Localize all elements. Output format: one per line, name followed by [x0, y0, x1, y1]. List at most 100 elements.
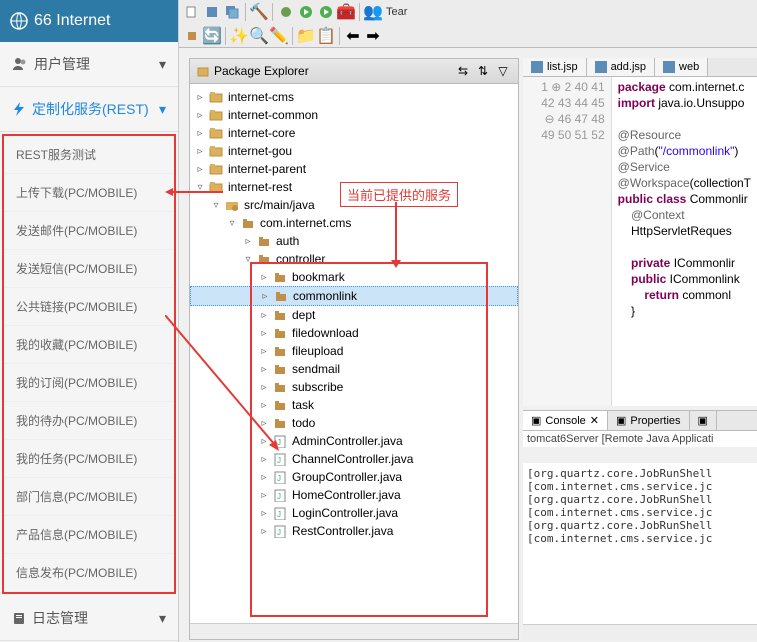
forward-icon[interactable]: ➡: [364, 27, 382, 45]
tab-label: web: [679, 61, 699, 73]
save-icon[interactable]: [203, 3, 221, 21]
sidebar-item-9[interactable]: 部门信息(PC/MOBILE): [4, 478, 174, 516]
folder-icon: [208, 89, 224, 105]
nav-user-mgmt[interactable]: 用户管理 ▾: [0, 42, 178, 87]
jsp-icon: [663, 61, 675, 73]
back-icon[interactable]: ⬅: [344, 27, 362, 45]
collapse-all-icon[interactable]: ⇆: [454, 62, 472, 80]
sidebar-item-1[interactable]: 上传下载(PC/MOBILE): [4, 174, 174, 212]
sidebar-item-7[interactable]: 我的待办(PC/MOBILE): [4, 402, 174, 440]
nav-custom-svc[interactable]: 定制化服务(REST) ▾: [0, 87, 178, 132]
console-tab-extra[interactable]: ▣: [690, 411, 717, 430]
run-ext-icon[interactable]: [317, 3, 335, 21]
project-tree[interactable]: 当前已提供的服务 ▹internet-cms▹internet-common▹i…: [190, 84, 518, 623]
sidebar-item-0[interactable]: REST服务测试: [4, 136, 174, 174]
editor-area: list.jsp add.jsp web 1 ⊕ 2 40 41 42 43 44 …: [523, 58, 757, 640]
tree-label: internet-common: [228, 108, 318, 122]
tree-node[interactable]: ▹ internet-common: [190, 106, 518, 124]
tree-node[interactable]: ▿com.internet.cms: [190, 214, 518, 232]
editor-body[interactable]: 1 ⊕ 2 40 41 42 43 44 45 ⊖ 46 47 48 49 50…: [523, 77, 757, 406]
tab-label: Properties: [630, 415, 680, 427]
folder-icon: [208, 143, 224, 159]
ext-tools-icon[interactable]: 🧰: [337, 3, 355, 21]
editor-tab[interactable]: web: [655, 58, 708, 76]
twisty-icon[interactable]: ▹: [194, 91, 206, 103]
new-icon[interactable]: [183, 3, 201, 21]
sidebar-item-8[interactable]: 我的任务(PC/MOBILE): [4, 440, 174, 478]
sidebar-item-4[interactable]: 公共链接(PC/MOBILE): [4, 288, 174, 326]
sidebar-item-10[interactable]: 产品信息(PC/MOBILE): [4, 516, 174, 554]
annotation-label: 当前已提供的服务: [340, 182, 458, 207]
scrollbar-horizontal[interactable]: [190, 623, 518, 639]
lightning-icon: [12, 102, 26, 116]
book-icon: [12, 611, 26, 625]
nav-label: 用户管理: [34, 54, 90, 74]
debug-icon[interactable]: [277, 3, 295, 21]
folder-icon: [256, 233, 272, 249]
console-desc: tomcat6Server [Remote Java Applicati: [523, 431, 757, 447]
console-icon: ▣: [531, 414, 541, 427]
tree-node[interactable]: ▹auth: [190, 232, 518, 250]
nav-label: 定制化服务(REST): [32, 99, 149, 119]
sidebar-item-5[interactable]: 我的收藏(PC/MOBILE): [4, 326, 174, 364]
workspace: Package Explorer ⇆ ⇅ ▽ 当前已提供的服务 ▹interne…: [179, 48, 757, 642]
tree-label: internet-rest: [228, 180, 292, 194]
package-explorer-icon: [196, 64, 210, 78]
tree-label: internet-core: [228, 126, 295, 140]
folder-icon: [208, 125, 224, 141]
nav-log-mgmt[interactable]: 日志管理 ▾: [0, 596, 178, 641]
code-content[interactable]: package com.internet.c import java.io.Un…: [612, 77, 757, 406]
sidebar-item-6[interactable]: 我的订阅(PC/MOBILE): [4, 364, 174, 402]
brand-title: 66 Internet: [34, 12, 111, 30]
eclipse-ide: 🔨 🧰 👥 Tear 🔄 ✨ 🔍 ✏️ 📁 📋 ⬅ ➡ Package Expl…: [179, 0, 757, 642]
jsp-icon: [595, 61, 607, 73]
folder-icon[interactable]: 📁: [297, 27, 315, 45]
package-icon[interactable]: [183, 27, 201, 45]
sidebar-item-11[interactable]: 信息发布(PC/MOBILE): [4, 554, 174, 592]
twisty-icon[interactable]: ▹: [194, 163, 206, 175]
save-all-icon[interactable]: [223, 3, 241, 21]
brand-header: 66 Internet: [0, 0, 178, 42]
link-editor-icon[interactable]: ⇅: [474, 62, 492, 80]
annotation-box-controller: [250, 262, 488, 617]
refresh-icon[interactable]: 🔄: [203, 27, 221, 45]
console-tab[interactable]: ▣ Properties: [608, 411, 690, 430]
folder-icon: [208, 107, 224, 123]
hammer-icon[interactable]: 🔨: [250, 3, 268, 21]
twisty-icon[interactable]: ▹: [242, 235, 254, 247]
team-label: Tear: [386, 6, 407, 18]
run-icon[interactable]: [297, 3, 315, 21]
twisty-icon[interactable]: ▿: [226, 217, 238, 229]
tab-label: list.jsp: [547, 61, 578, 73]
team-icon[interactable]: 👥: [364, 3, 382, 21]
tree-node[interactable]: ▹ internet-core: [190, 124, 518, 142]
folder-icon: [208, 161, 224, 177]
view-menu-icon[interactable]: ▽: [494, 62, 512, 80]
tree-node[interactable]: ▹internet-parent: [190, 160, 518, 178]
twisty-icon[interactable]: ▿: [194, 181, 206, 193]
sidebar-item-3[interactable]: 发送短信(PC/MOBILE): [4, 250, 174, 288]
scrollbar-horizontal[interactable]: [523, 624, 757, 640]
console-tabs: ▣Console ✕▣Properties▣: [523, 411, 757, 431]
tree-label: src/main/java: [244, 198, 315, 212]
twisty-icon[interactable]: ▿: [210, 199, 222, 211]
twisty-icon[interactable]: ▹: [194, 145, 206, 157]
editor-tab[interactable]: add.jsp: [587, 58, 655, 76]
console-output[interactable]: [org.quartz.core.JobRunShell [com.intern…: [523, 463, 757, 624]
console-icon: ▣: [616, 414, 626, 427]
console-tab[interactable]: ▣Console ✕: [523, 411, 608, 430]
tree-label: internet-gou: [228, 144, 292, 158]
wand-icon[interactable]: ✨: [230, 27, 248, 45]
editor-tab[interactable]: list.jsp: [523, 58, 587, 76]
twisty-icon[interactable]: ▹: [194, 109, 206, 121]
tree-node[interactable]: ▹internet-cms: [190, 88, 518, 106]
tree-node[interactable]: ▹ internet-gou: [190, 142, 518, 160]
search-icon[interactable]: 🔍: [250, 27, 268, 45]
tab-label: add.jsp: [611, 61, 646, 73]
sidebar-item-2[interactable]: 发送邮件(PC/MOBILE): [4, 212, 174, 250]
task-icon[interactable]: 📋: [317, 27, 335, 45]
line-gutter: 1 ⊕ 2 40 41 42 43 44 45 ⊖ 46 47 48 49 50…: [523, 77, 612, 406]
pencil-icon[interactable]: ✏️: [270, 27, 288, 45]
twisty-icon[interactable]: ▹: [194, 127, 206, 139]
sidebar: 66 Internet 用户管理 ▾ 定制化服务(REST) ▾ REST服务测…: [0, 0, 179, 642]
